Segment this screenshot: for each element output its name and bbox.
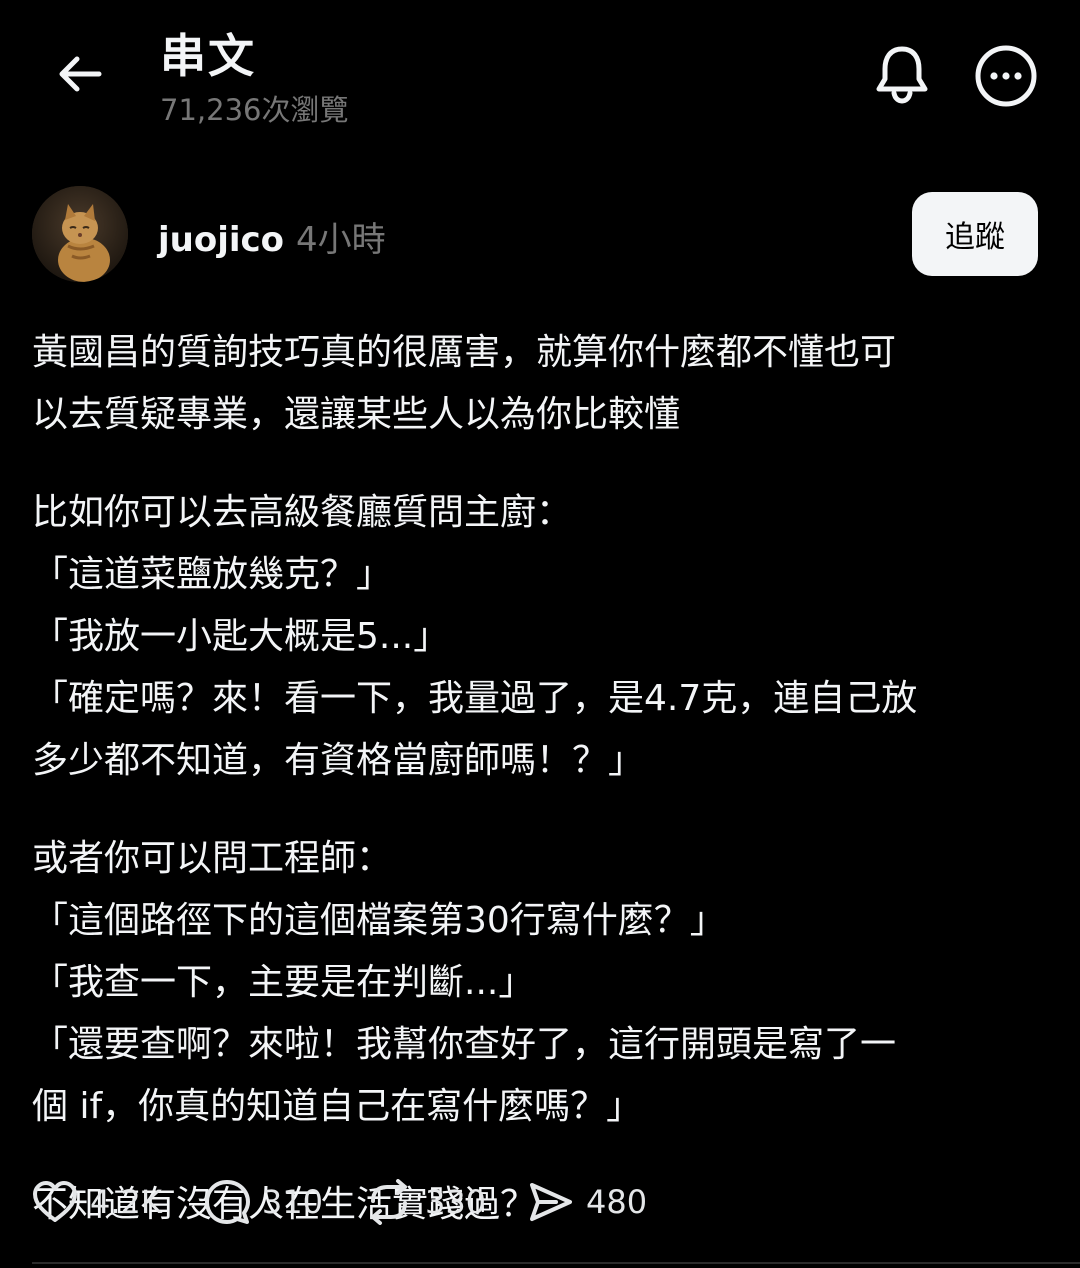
arrow-left-icon <box>59 56 102 92</box>
comment-icon <box>204 1180 250 1224</box>
post-paragraph: 或者你可以問工程師： 「這個路徑下的這個檔案第30行寫什麼？」 「我查一下，主要… <box>32 828 1042 1138</box>
post-line: 「這個路徑下的這個檔案第30行寫什麼？」 <box>32 900 726 941</box>
repost-button[interactable]: 330 <box>365 1179 486 1225</box>
post-paragraph: 比如你可以去高級餐廳質問主廚： 「這道菜鹽放幾克？」 「我放一小匙大概是5...… <box>32 482 1042 792</box>
share-count: 480 <box>586 1183 648 1221</box>
like-count: 4.2K <box>90 1183 162 1221</box>
post-line: 「還要查啊？來啦！我幫你查好了，這行開頭是寫了一 <box>32 1024 897 1065</box>
divider <box>32 1262 1080 1264</box>
post-line: 比如你可以去高級餐廳質問主廚： <box>32 492 573 533</box>
comment-button[interactable]: 310 <box>204 1179 323 1225</box>
cat-avatar-image <box>32 186 128 282</box>
avatar[interactable] <box>32 186 128 282</box>
post-line: 多少都不知道，有資格當廚師嗎！？」 <box>32 740 645 781</box>
post-line: 個 if，你真的知道自己在寫什麼嗎？」 <box>32 1086 643 1127</box>
more-options-button[interactable] <box>974 44 1038 108</box>
view-count: 71,236次瀏覽 <box>160 93 349 127</box>
post-line: 「我查一下，主要是在判斷...」 <box>32 962 535 1003</box>
page-title: 串文 <box>160 29 256 83</box>
share-button[interactable]: 480 <box>528 1179 647 1225</box>
follow-button[interactable]: 追蹤 <box>912 192 1038 276</box>
notifications-button[interactable] <box>870 42 934 106</box>
heart-icon <box>33 1181 77 1222</box>
post-body: 黃國昌的質詢技巧真的很厲害，就算你什麼都不懂也可 以去質疑專業，還讓某些人以為你… <box>32 322 1042 1236</box>
comment-count: 310 <box>261 1183 323 1221</box>
author-row: juojico 4小時 <box>158 212 386 261</box>
bell-icon <box>876 46 928 104</box>
post-line: 「我放一小匙大概是5...」 <box>32 616 450 657</box>
post-line: 「確定嗎？來！看一下，我量過了，是4.7克，連自己放 <box>32 678 918 719</box>
post-line: 黃國昌的質詢技巧真的很厲害，就算你什麼都不懂也可 <box>32 332 897 373</box>
repost-count: 330 <box>424 1183 487 1221</box>
post-paragraph: 黃國昌的質詢技巧真的很厲害，就算你什麼都不懂也可 以去質疑專業，還讓某些人以為你… <box>32 322 1042 446</box>
post-line: 「這道菜鹽放幾克？」 <box>32 554 393 595</box>
post-time: 4小時 <box>296 220 386 260</box>
post-line: 或者你可以問工程師： <box>32 838 393 879</box>
more-icon <box>975 45 1037 107</box>
back-button[interactable] <box>50 44 110 104</box>
repost-icon <box>370 1179 407 1225</box>
top-bar: 串文 71,236次瀏覽 <box>0 0 1080 160</box>
post-actions: 4.2K 310 330 480 <box>32 1172 689 1232</box>
title-block: 串文 71,236次瀏覽 <box>160 28 348 130</box>
post-line: 以去質疑專業，還讓某些人以為你比較懂 <box>32 394 681 435</box>
send-icon <box>530 1183 573 1221</box>
author-username[interactable]: juojico <box>158 220 284 260</box>
like-button[interactable]: 4.2K <box>32 1180 162 1224</box>
